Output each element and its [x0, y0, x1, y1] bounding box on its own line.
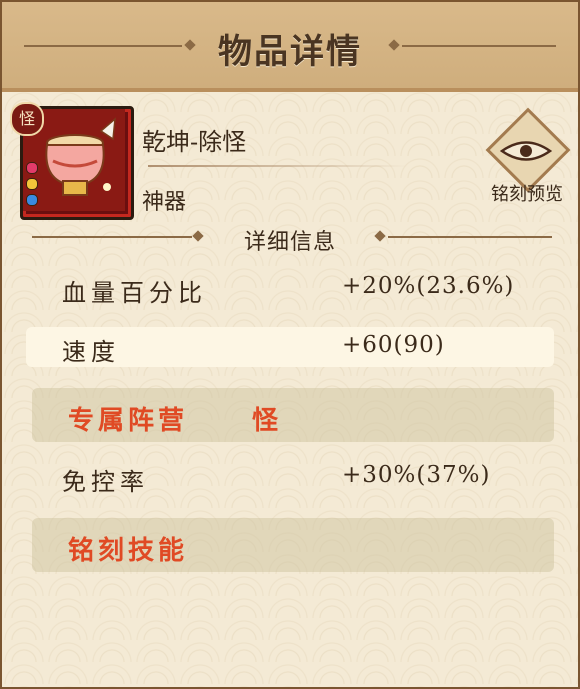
stat-value: +60(90)	[342, 332, 445, 358]
item-name-divider	[148, 165, 408, 167]
stat-label: 免控率	[62, 468, 149, 496]
eye-icon	[500, 141, 552, 161]
engrave-preview-button[interactable]: 铭刻预览	[476, 107, 576, 210]
header-divider-right	[402, 45, 556, 47]
engrave-preview-label: 铭刻预览	[491, 184, 563, 205]
stat-row-speed: 速度 +60(90)	[26, 327, 554, 367]
stat-row-control-immunity: 免控率 +30%(37%)	[26, 457, 554, 497]
gem-icon	[26, 162, 38, 174]
page-title: 物品详情	[218, 32, 362, 72]
faction-badge: 怪	[10, 102, 44, 136]
faction-label: 专属阵营	[68, 406, 189, 436]
item-detail-panel: 物品详情 怪 乾坤-除怪 神器 铭刻预览 详细信息 血量百分比 +20%(23.…	[0, 0, 580, 689]
section-divider-right	[388, 236, 552, 238]
faction-value: 怪	[252, 406, 279, 436]
faction-section: 专属阵营 怪	[32, 388, 554, 442]
gem-icon	[26, 194, 38, 206]
engrave-skill-label: 铭刻技能	[68, 536, 189, 566]
section-title-details: 详细信息	[243, 230, 336, 255]
stat-label: 血量百分比	[62, 279, 207, 307]
stat-row-hp-percent: 血量百分比 +20%(23.6%)	[26, 268, 554, 308]
stat-label: 速度	[62, 338, 120, 366]
gem-icon	[26, 178, 38, 190]
engrave-skill-section: 铭刻技能	[32, 518, 554, 572]
item-type: 神器	[142, 190, 187, 215]
stat-value: +20%(23.6%)	[342, 273, 515, 299]
panel-header: 物品详情	[2, 2, 578, 92]
stat-value: +30%(37%)	[342, 462, 491, 488]
item-name: 乾坤-除怪	[142, 128, 247, 156]
